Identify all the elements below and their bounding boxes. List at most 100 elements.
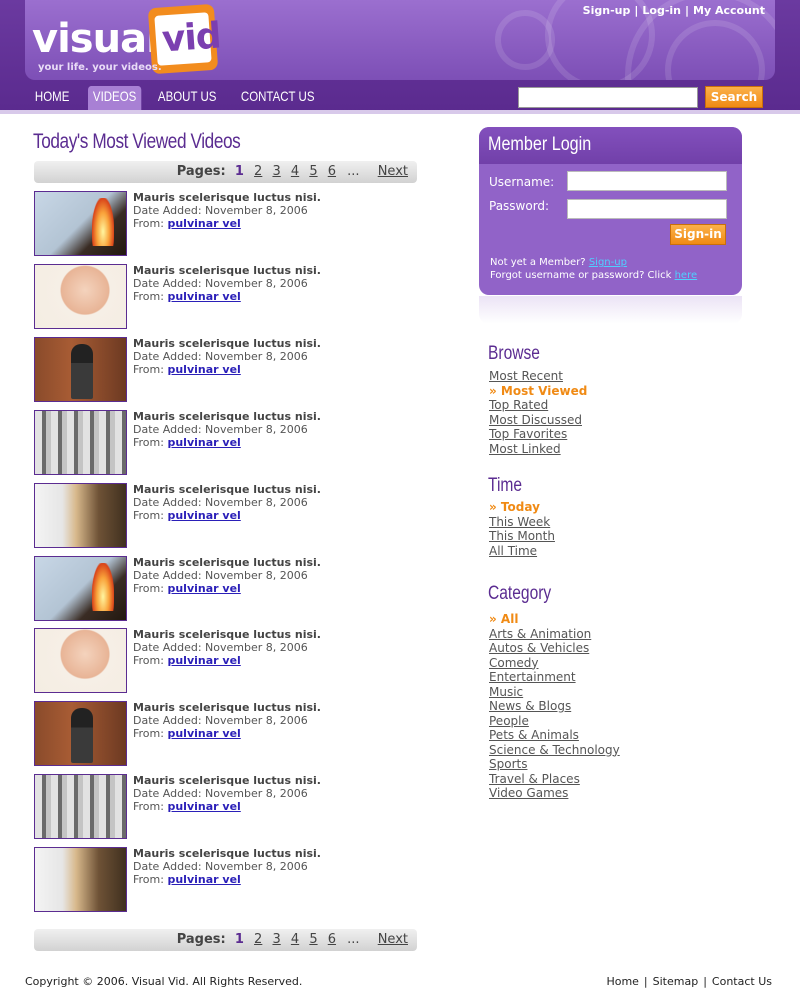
category-link[interactable]: People: [489, 714, 739, 729]
video-thumbnail[interactable]: [34, 191, 127, 256]
pager-page-6[interactable]: 6: [328, 932, 336, 947]
video-thumbnail[interactable]: [34, 701, 127, 766]
forgot-here-link[interactable]: here: [675, 270, 698, 281]
pager-page-4[interactable]: 4: [291, 164, 299, 179]
footer-home-link[interactable]: Home: [606, 975, 638, 988]
footer-sitemap-link[interactable]: Sitemap: [653, 975, 699, 988]
video-thumbnail[interactable]: [34, 483, 127, 548]
pager-page-2[interactable]: 2: [254, 932, 262, 947]
video-thumbnail[interactable]: [34, 337, 127, 402]
search-button[interactable]: Search: [705, 86, 763, 108]
video-thumbnail[interactable]: [34, 628, 127, 693]
video-uploader-link[interactable]: pulvinar vel: [167, 582, 240, 595]
video-uploader-link[interactable]: pulvinar vel: [167, 290, 240, 303]
search-input[interactable]: [518, 87, 698, 108]
nav-home[interactable]: HOME: [30, 86, 74, 112]
video-thumbnail[interactable]: [34, 410, 127, 475]
video-title[interactable]: Mauris scelerisque luctus nisi.: [133, 264, 333, 277]
video-thumbnail[interactable]: [34, 774, 127, 839]
video-uploader-link[interactable]: pulvinar vel: [167, 217, 240, 230]
site-header: visual vid your life. your videos. Sign-…: [0, 0, 800, 114]
my-account-link[interactable]: My Account: [693, 4, 765, 17]
category-heading: Category: [488, 583, 552, 604]
browse-link[interactable]: Most Discussed: [489, 413, 739, 428]
video-title[interactable]: Mauris scelerisque luctus nisi.: [133, 191, 333, 204]
video-title[interactable]: Mauris scelerisque luctus nisi.: [133, 410, 333, 423]
video-date: Date Added: November 8, 2006: [133, 277, 308, 290]
pager-page-4[interactable]: 4: [291, 932, 299, 947]
time-link[interactable]: This Week: [489, 515, 739, 530]
signup-link[interactable]: Sign-up: [583, 4, 631, 17]
video-title[interactable]: Mauris scelerisque luctus nisi.: [133, 701, 333, 714]
site-logo[interactable]: visual vid your life. your videos.: [30, 3, 222, 76]
pager-page-3[interactable]: 3: [272, 164, 280, 179]
time-link[interactable]: This Month: [489, 529, 739, 544]
video-title[interactable]: Mauris scelerisque luctus nisi.: [133, 483, 333, 496]
video-thumbnail[interactable]: [34, 847, 127, 912]
video-uploader-link[interactable]: pulvinar vel: [167, 654, 240, 667]
nav-videos[interactable]: VIDEOS: [88, 86, 142, 112]
username-field[interactable]: [567, 171, 727, 191]
category-link[interactable]: Travel & Places: [489, 772, 739, 787]
category-link[interactable]: Entertainment: [489, 670, 739, 685]
pager-page-2[interactable]: 2: [254, 164, 262, 179]
footer-contact-link[interactable]: Contact Us: [712, 975, 772, 988]
time-link[interactable]: » Today: [489, 500, 739, 515]
category-link[interactable]: Video Games: [489, 786, 739, 801]
video-date: Date Added: November 8, 2006: [133, 204, 308, 217]
video-title[interactable]: Mauris scelerisque luctus nisi.: [133, 774, 333, 787]
video-from: From: pulvinar vel: [133, 582, 241, 595]
category-link[interactable]: Arts & Animation: [489, 627, 739, 642]
category-link[interactable]: Music: [489, 685, 739, 700]
video-thumbnail[interactable]: [34, 264, 127, 329]
login-link[interactable]: Log-in: [642, 4, 681, 17]
browse-link[interactable]: Most Recent: [489, 369, 739, 384]
category-link[interactable]: News & Blogs: [489, 699, 739, 714]
video-title[interactable]: Mauris scelerisque luctus nisi.: [133, 556, 333, 569]
pager-page-1[interactable]: 1: [235, 932, 244, 947]
signup-link[interactable]: Sign-up: [589, 257, 627, 268]
signin-button[interactable]: Sign-in: [670, 224, 726, 245]
video-uploader-link[interactable]: pulvinar vel: [167, 800, 240, 813]
nav-about-us[interactable]: ABOUT US: [153, 86, 221, 112]
login-box-reflection: [479, 296, 742, 324]
browse-link[interactable]: » Most Viewed: [489, 384, 739, 399]
video-uploader-link[interactable]: pulvinar vel: [167, 509, 240, 522]
category-list: » All Arts & Animation Autos & Vehicles Com…: [489, 612, 739, 801]
category-link[interactable]: Comedy: [489, 656, 739, 671]
nav-contact-us[interactable]: CONTACT US: [236, 86, 319, 112]
category-link[interactable]: Pets & Animals: [489, 728, 739, 743]
video-date: Date Added: November 8, 2006: [133, 569, 308, 582]
pager-next[interactable]: Next: [378, 164, 408, 179]
video-uploader-link[interactable]: pulvinar vel: [167, 363, 240, 376]
video-uploader-link[interactable]: pulvinar vel: [167, 727, 240, 740]
signup-note: Not yet a Member? Sign-up: [490, 257, 627, 268]
video-uploader-link[interactable]: pulvinar vel: [167, 436, 240, 449]
category-link[interactable]: Sports: [489, 757, 739, 772]
browse-link[interactable]: Most Linked: [489, 442, 739, 457]
pager-page-1[interactable]: 1: [235, 164, 244, 179]
video-title[interactable]: Mauris scelerisque luctus nisi.: [133, 628, 333, 641]
pager-next[interactable]: Next: [378, 932, 408, 947]
category-link[interactable]: Autos & Vehicles: [489, 641, 739, 656]
pager-label: Pages:: [176, 932, 226, 947]
category-link[interactable]: » All: [489, 612, 739, 627]
browse-link[interactable]: Top Favorites: [489, 427, 739, 442]
password-field[interactable]: [567, 199, 727, 219]
video-title[interactable]: Mauris scelerisque luctus nisi.: [133, 337, 333, 350]
pager-page-6[interactable]: 6: [328, 164, 336, 179]
video-thumbnail[interactable]: [34, 556, 127, 621]
video-list-item: Mauris scelerisque luctus nisi. Date Adde…: [34, 774, 334, 840]
video-list-item: Mauris scelerisque luctus nisi. Date Adde…: [34, 264, 334, 330]
video-from: From: pulvinar vel: [133, 363, 241, 376]
video-uploader-link[interactable]: pulvinar vel: [167, 873, 240, 886]
pager-page-5[interactable]: 5: [309, 932, 317, 947]
video-title[interactable]: Mauris scelerisque luctus nisi.: [133, 847, 333, 860]
video-list-item: Mauris scelerisque luctus nisi. Date Adde…: [34, 628, 334, 694]
pager-page-5[interactable]: 5: [309, 164, 317, 179]
browse-link[interactable]: Top Rated: [489, 398, 739, 413]
pager-ellipsis: ...: [347, 932, 360, 947]
pager-page-3[interactable]: 3: [272, 932, 280, 947]
time-link[interactable]: All Time: [489, 544, 739, 559]
category-link[interactable]: Science & Technology: [489, 743, 739, 758]
